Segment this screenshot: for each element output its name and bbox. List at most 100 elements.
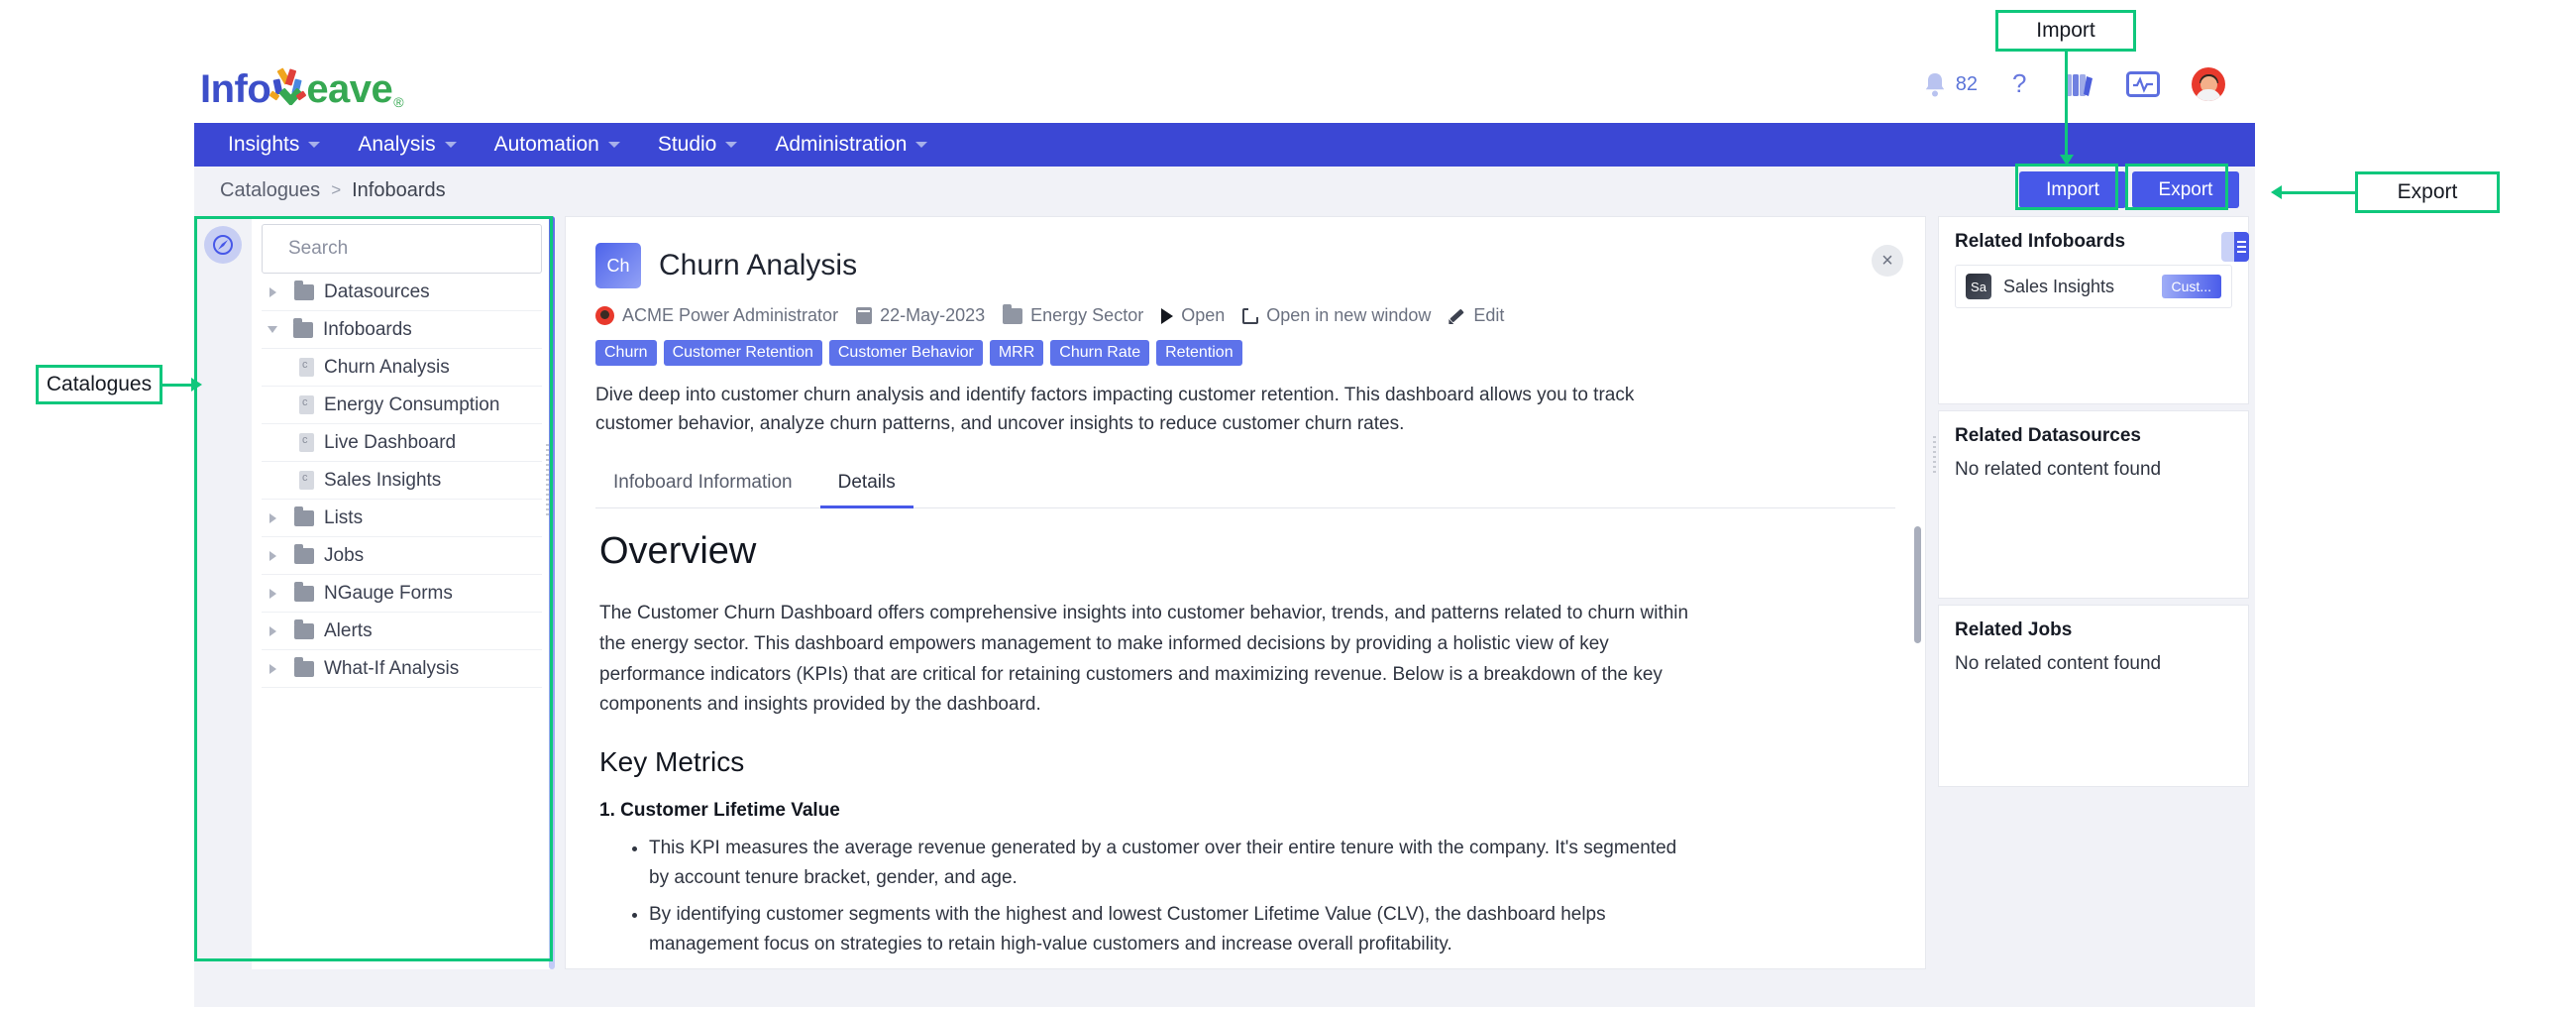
tree-item-lists[interactable]: Lists	[262, 500, 542, 537]
left-rail	[194, 216, 252, 1007]
folder-icon	[294, 656, 314, 677]
related-panels-column: Related Infoboards Sa Sales Insights Cus…	[1933, 216, 2255, 1007]
breadcrumb-bar: Catalogues > Infoboards Import Export	[194, 167, 2255, 214]
monitor-icon	[2126, 71, 2160, 97]
tag-chip[interactable]: Churn Rate	[1050, 340, 1150, 366]
related-infoboard-row[interactable]: Sa Sales Insights Cust...	[1955, 265, 2232, 308]
content-heading-overview: Overview	[599, 530, 757, 572]
annotation-import-label: Import	[2036, 19, 2095, 42]
related-datasources-empty: No related content found	[1955, 459, 2162, 480]
related-jobs-title: Related Jobs	[1955, 619, 2073, 640]
nav-label-insights: Insights	[228, 133, 300, 156]
library-button[interactable]	[2065, 70, 2094, 98]
breadcrumb-catalogues[interactable]: Catalogues	[220, 179, 320, 202]
tree-item-energy-consumption[interactable]: Energy Consumption	[262, 387, 542, 424]
search-box[interactable]	[262, 224, 542, 274]
tree-item-sales-insights[interactable]: Sales Insights	[262, 462, 542, 500]
folder-icon	[1003, 303, 1023, 324]
tree-item-jobs[interactable]: Jobs	[262, 537, 542, 575]
export-button[interactable]: Export	[2132, 171, 2239, 208]
monitor-button[interactable]	[2126, 71, 2160, 97]
meta-folder: Energy Sector	[1003, 303, 1143, 326]
tree-label: Sales Insights	[324, 469, 442, 491]
chevron-right-icon[interactable]	[269, 286, 276, 297]
nav-item-administration[interactable]: Administration	[761, 129, 941, 161]
tree-item-ngauge-forms[interactable]: NGauge Forms	[262, 575, 542, 613]
details-content: Overview The Customer Churn Dashboard of…	[566, 508, 1925, 968]
detail-meta-row: ACME Power Administrator 22-May-2023 Ene…	[595, 303, 1895, 326]
annotation-import: Import	[1995, 10, 2136, 52]
infoweave-logo[interactable]: Info eave ®	[200, 61, 404, 109]
open-action[interactable]: Open	[1161, 305, 1225, 326]
nav-label-studio: Studio	[657, 133, 717, 156]
owner-avatar-icon	[595, 306, 614, 325]
screenshot-root: Info eave ® 82 ? Insights Analysis Autom…	[0, 0, 2576, 1011]
detail-header: × Ch Churn Analysis ACME Power Administr…	[566, 217, 1925, 508]
tree-label: Datasources	[324, 281, 430, 302]
chevron-right-icon[interactable]	[269, 625, 276, 636]
tree-label: What-If Analysis	[324, 657, 460, 679]
tag-chip[interactable]: MRR	[989, 340, 1044, 366]
chevron-down-icon[interactable]	[268, 326, 277, 333]
tree-panel-scrollbar[interactable]	[549, 216, 555, 969]
registered-mark: ®	[393, 94, 404, 110]
folder-icon	[294, 543, 314, 564]
tab-details[interactable]: Details	[819, 464, 913, 508]
tag-chip[interactable]: Retention	[1156, 340, 1242, 366]
tree-item-infoboards[interactable]: Infoboards	[262, 311, 542, 349]
brand-bar: Info eave ® 82 ?	[194, 46, 2255, 123]
folder-icon	[294, 506, 314, 526]
related-jobs-panel: Related Jobs No related content found	[1938, 605, 2249, 787]
chevron-right-icon[interactable]	[269, 512, 276, 523]
close-icon[interactable]: ×	[1872, 245, 1903, 277]
document-icon	[299, 433, 314, 452]
related-infoboard-badge: Sa	[1966, 274, 1991, 299]
notifications-button[interactable]: 82	[1922, 70, 1978, 98]
user-avatar[interactable]	[2192, 67, 2225, 101]
explore-button[interactable]	[204, 226, 242, 264]
tree-item-live-dashboard[interactable]: Live Dashboard	[262, 424, 542, 462]
tree-label: Infoboards	[323, 318, 412, 340]
annotation-catalogues-arrow	[191, 378, 202, 392]
open-new-window-action[interactable]: Open in new window	[1242, 305, 1431, 326]
tag-chip[interactable]: Churn	[595, 340, 657, 366]
nav-item-insights[interactable]: Insights	[214, 129, 334, 161]
chevron-right-icon[interactable]	[269, 663, 276, 674]
nav-item-studio[interactable]: Studio	[644, 129, 752, 161]
related-infoboard-name: Sales Insights	[2003, 276, 2115, 296]
search-input[interactable]	[288, 238, 531, 260]
nav-item-automation[interactable]: Automation	[481, 129, 634, 161]
help-button[interactable]: ?	[2009, 69, 2033, 99]
content-scrollbar[interactable]	[1914, 526, 1921, 643]
breadcrumb-infoboards[interactable]: Infoboards	[352, 179, 446, 202]
chevron-right-icon[interactable]	[269, 588, 276, 599]
tree-item-what-if-analysis[interactable]: What-If Analysis	[262, 650, 542, 688]
compass-icon	[213, 235, 233, 255]
play-icon	[1161, 307, 1174, 324]
related-panel-resize-handle[interactable]	[1932, 436, 1937, 482]
annotation-export: Export	[2355, 171, 2500, 213]
open-label: Open	[1181, 305, 1226, 325]
tree-item-datasources[interactable]: Datasources	[262, 274, 542, 311]
related-infoboards-title: Related Infoboards	[1955, 231, 2126, 252]
chevron-down-icon	[444, 142, 457, 148]
document-icon	[299, 471, 314, 490]
tree-item-alerts[interactable]: Alerts	[262, 613, 542, 650]
body-region: Datasources Infoboards Churn Analysis En…	[194, 214, 2255, 1007]
infoboard-description: Dive deep into customer churn analysis a…	[595, 385, 1635, 434]
document-icon	[299, 395, 314, 414]
tab-infoboard-information[interactable]: Infoboard Information	[595, 464, 810, 508]
import-button[interactable]: Import	[2019, 171, 2126, 208]
related-jobs-empty: No related content found	[1955, 653, 2162, 674]
chevron-right-icon[interactable]	[269, 550, 276, 561]
tag-chip[interactable]: Customer Retention	[663, 340, 822, 366]
tree-label: Lists	[324, 506, 364, 528]
nav-item-analysis[interactable]: Analysis	[344, 129, 470, 161]
tree-item-churn-analysis[interactable]: Churn Analysis	[262, 349, 542, 387]
annotation-catalogues: Catalogues	[36, 365, 162, 404]
edit-action[interactable]: Edit	[1449, 305, 1504, 326]
toggle-related-panel-button[interactable]	[2221, 232, 2249, 262]
tag-chip[interactable]: Customer Behavior	[828, 340, 983, 366]
folder-icon	[294, 618, 314, 639]
content-overview-paragraph: The Customer Churn Dashboard offers comp…	[599, 603, 1689, 716]
